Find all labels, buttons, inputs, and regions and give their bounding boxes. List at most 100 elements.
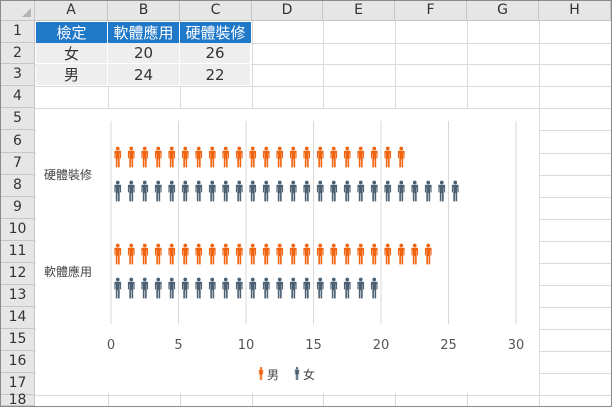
- person-icon: [181, 243, 189, 265]
- person-icon: [357, 243, 365, 265]
- person-icon: [262, 277, 270, 299]
- column-header-b[interactable]: B: [108, 1, 180, 21]
- column-header-g[interactable]: G: [467, 1, 539, 21]
- person-icon: [127, 146, 135, 168]
- person-icon: [168, 277, 176, 299]
- chart-area[interactable]: 0 5 10 15 20 25 30 軟體應用 硬體裝修男女: [36, 109, 539, 393]
- row-header-2[interactable]: 2: [1, 43, 35, 64]
- person-icon: [208, 277, 216, 299]
- person-icon: [181, 146, 189, 168]
- person-icon: [276, 146, 284, 168]
- person-icon: [451, 180, 459, 202]
- person-icon: [127, 243, 135, 265]
- person-icon: [316, 180, 324, 202]
- person-icon: [289, 243, 297, 265]
- person-icon: [181, 277, 189, 299]
- person-icon: [357, 277, 365, 299]
- person-icon: [222, 180, 230, 202]
- table-cell[interactable]: 24: [108, 64, 180, 86]
- column-header-f[interactable]: F: [395, 1, 467, 21]
- x-tick-label: 5: [174, 338, 182, 353]
- row-header-14[interactable]: 14: [1, 307, 35, 329]
- row-header-12[interactable]: 12: [1, 263, 35, 285]
- person-icon: [127, 277, 135, 299]
- person-icon: [370, 277, 378, 299]
- select-all-corner[interactable]: [1, 1, 35, 21]
- row-header-18[interactable]: 18: [1, 393, 35, 406]
- person-icon: [114, 243, 122, 265]
- category-label: 軟體應用: [44, 264, 92, 279]
- row-header-3[interactable]: 3: [1, 64, 35, 86]
- legend[interactable]: 男女: [258, 367, 315, 382]
- person-icon: [141, 243, 149, 265]
- person-icon: [208, 180, 216, 202]
- table-header-cell[interactable]: 檢定: [36, 22, 108, 43]
- row-header-5[interactable]: 5: [1, 108, 35, 130]
- table-header-cell[interactable]: 硬體裝修: [180, 22, 251, 43]
- bar-series-2[interactable]: [114, 180, 459, 202]
- table-cell[interactable]: 男: [36, 64, 108, 86]
- person-icon: [289, 180, 297, 202]
- table-header-cell[interactable]: 軟體應用: [108, 22, 180, 43]
- column-header-e[interactable]: E: [323, 1, 395, 21]
- person-icon: [141, 277, 149, 299]
- person-icon: [235, 243, 243, 265]
- row-header-15[interactable]: 15: [1, 329, 35, 351]
- row-header-7[interactable]: 7: [1, 153, 35, 175]
- row-header-10[interactable]: 10: [1, 219, 35, 241]
- person-icon: [343, 277, 351, 299]
- row-header-13[interactable]: 13: [1, 285, 35, 307]
- person-icon: [154, 146, 162, 168]
- person-icon: [330, 277, 338, 299]
- person-icon: [276, 277, 284, 299]
- row-header-8[interactable]: 8: [1, 175, 35, 197]
- person-icon: [195, 243, 203, 265]
- person-icon: [249, 180, 257, 202]
- person-icon: [397, 243, 405, 265]
- column-header-d[interactable]: D: [252, 1, 323, 21]
- column-header-h[interactable]: H: [539, 1, 611, 21]
- column-header-c[interactable]: C: [180, 1, 252, 21]
- spreadsheet: ABCDEFGH 1 2 3 4 5 6 7 8 9 10 11 12 13 14 15 16 17 18 檢定 …: [0, 0, 612, 407]
- person-icon: [114, 180, 122, 202]
- person-icon: [370, 243, 378, 265]
- row-header-16[interactable]: 16: [1, 351, 35, 373]
- person-icon: [276, 180, 284, 202]
- person-icon: [208, 146, 216, 168]
- table-cell[interactable]: 26: [180, 43, 251, 64]
- table-cell[interactable]: 20: [108, 43, 180, 64]
- person-icon: [195, 277, 203, 299]
- row-header-9[interactable]: 9: [1, 197, 35, 219]
- pictograph-bar-chart: 0 5 10 15 20 25 30軟體應用硬體裝修男女: [44, 121, 524, 382]
- x-tick-label: 25: [440, 338, 457, 353]
- person-icon: [208, 243, 216, 265]
- row-header-1[interactable]: 1: [1, 21, 35, 43]
- person-icon: [303, 180, 311, 202]
- legend-label: 男: [267, 368, 279, 382]
- row-header-11[interactable]: 11: [1, 241, 35, 263]
- column-header-a[interactable]: A: [35, 1, 108, 21]
- gridline: [35, 86, 611, 87]
- person-icon: [249, 243, 257, 265]
- bar-series-1[interactable]: [114, 146, 405, 168]
- person-icon: [316, 277, 324, 299]
- person-icon: [397, 180, 405, 202]
- person-icon: [168, 243, 176, 265]
- person-icon: [411, 180, 419, 202]
- table-cell[interactable]: 女: [36, 43, 108, 64]
- row-header-6[interactable]: 6: [1, 130, 35, 153]
- person-icon: [114, 277, 122, 299]
- person-icon: [303, 146, 311, 168]
- table-cell[interactable]: 22: [180, 64, 251, 86]
- person-icon: [168, 146, 176, 168]
- person-icon: [181, 180, 189, 202]
- row-header-4[interactable]: 4: [1, 86, 35, 108]
- person-icon: [289, 277, 297, 299]
- person-icon: [114, 146, 122, 168]
- person-icon: [289, 146, 297, 168]
- person-icon: [330, 243, 338, 265]
- bar-series-1[interactable]: [114, 243, 432, 265]
- person-icon: [222, 146, 230, 168]
- x-tick-label: 15: [305, 338, 322, 353]
- x-tick-label: 0: [107, 338, 115, 353]
